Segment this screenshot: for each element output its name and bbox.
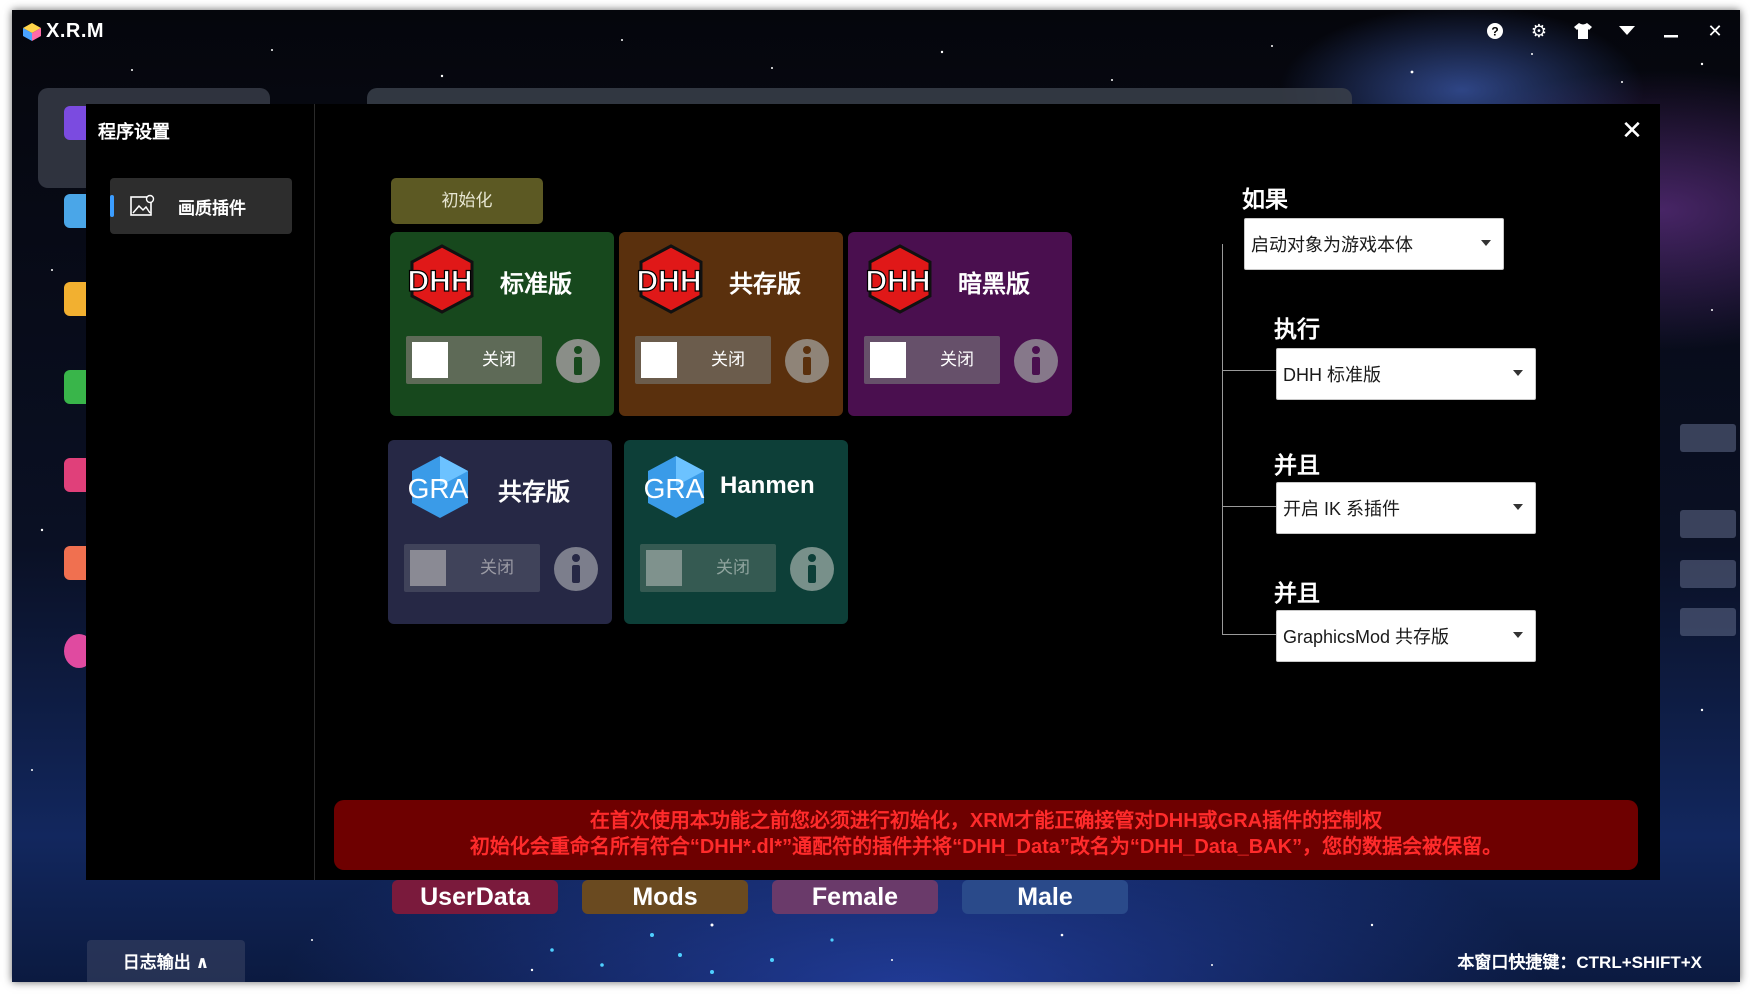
- dialog-close-icon[interactable]: ✕: [1618, 116, 1646, 144]
- close-icon[interactable]: ✕: [1704, 20, 1726, 42]
- bottom-tab-mods[interactable]: Mods: [582, 880, 748, 914]
- plugin-name: 共存版: [729, 271, 801, 298]
- info-icon[interactable]: [552, 545, 600, 593]
- info-icon[interactable]: [783, 337, 831, 385]
- image-settings-icon: [130, 194, 155, 216]
- toggle-label: 关闭: [482, 350, 516, 369]
- tree-trunk-line: [1222, 244, 1223, 634]
- bottom-tab-male[interactable]: Male: [962, 880, 1128, 914]
- info-icon[interactable]: [1012, 337, 1060, 385]
- plugin-card-dhh-standard: DHH 标准版 关闭: [390, 232, 614, 416]
- sidebar-item-label: 画质插件: [178, 198, 246, 218]
- warning-line-1: 在首次使用本功能之前您必须进行初始化，XRM才能正确接管对DHH或GRA插件的控…: [589, 810, 1383, 832]
- chevron-down-icon: [1513, 632, 1523, 638]
- sidebar-item-graphics-plugins[interactable]: 画质插件: [110, 178, 292, 234]
- background-right-button[interactable]: [1680, 424, 1736, 452]
- tree-branch-line: [1222, 506, 1276, 507]
- background-right-dropdown-3[interactable]: [1680, 608, 1736, 636]
- info-icon[interactable]: [788, 545, 836, 593]
- dhh-logo-icon: DHH: [865, 244, 932, 314]
- info-icon[interactable]: [554, 337, 602, 385]
- gra-logo-icon: GRA: [644, 456, 705, 518]
- plugin-toggle[interactable]: 关闭: [864, 336, 1000, 384]
- dhh-logo-icon: DHH: [636, 244, 703, 314]
- background-right-dropdown-1[interactable]: [1680, 510, 1736, 538]
- tree-branch-line: [1222, 370, 1276, 371]
- dropdown-value: 启动对象为游戏本体: [1251, 235, 1413, 255]
- plugin-toggle[interactable]: 关闭: [635, 336, 771, 384]
- shirt-icon[interactable]: [1572, 20, 1594, 42]
- window-controls: ? ⚙ ✕: [1484, 20, 1726, 42]
- background-right-dropdown-2[interactable]: [1680, 560, 1736, 588]
- condition-and-label-1: 并且: [1274, 452, 1320, 478]
- help-icon[interactable]: ?: [1484, 20, 1506, 42]
- plugin-card-dhh-dark: DHH 暗黑版 关闭: [848, 232, 1072, 416]
- tree-branch-line: [1222, 634, 1276, 635]
- svg-text:DHH: DHH: [408, 265, 473, 298]
- gear-icon[interactable]: ⚙: [1528, 20, 1550, 42]
- condition-if-dropdown[interactable]: 启动对象为游戏本体: [1244, 218, 1504, 270]
- plugin-name: Hanmen: [720, 472, 815, 499]
- chevron-down-icon: [1513, 370, 1523, 376]
- sidebar-active-indicator: [110, 195, 114, 217]
- settings-dialog: 程序设置 ✕ 画质插件 初始化 DHH 标准版 关闭 DHH 共存版 关闭 DH…: [86, 104, 1660, 880]
- condition-execute-label: 执行: [1274, 316, 1320, 342]
- svg-text:DHH: DHH: [637, 265, 702, 298]
- bottom-tab-userdata[interactable]: UserData: [392, 880, 558, 914]
- condition-and-label-2: 并且: [1274, 580, 1320, 606]
- toggle-knob: [641, 342, 677, 378]
- dropdown-value: DHH 标准版: [1283, 365, 1381, 385]
- dropdown-value: GraphicsMod 共存版: [1283, 627, 1450, 647]
- app-title: X.R.M: [46, 20, 105, 42]
- plugin-toggle[interactable]: 关闭: [406, 336, 542, 384]
- plugin-toggle[interactable]: 关闭: [404, 544, 540, 592]
- condition-and-dropdown-1[interactable]: 开启 IK 系插件: [1276, 482, 1536, 534]
- title-bar: X.R.M ? ⚙ ✕: [12, 10, 1740, 56]
- svg-text:?: ?: [1491, 25, 1498, 39]
- plugin-card-gra-coexist: GRA 共存版 关闭: [388, 440, 612, 624]
- dhh-logo-icon: DHH: [407, 244, 474, 314]
- log-output-button[interactable]: 日志输出 ∧: [87, 940, 245, 982]
- plugin-name: 共存版: [498, 479, 570, 506]
- toggle-knob: [646, 550, 682, 586]
- toggle-knob: [412, 342, 448, 378]
- initialize-button[interactable]: 初始化: [391, 178, 543, 224]
- plugin-card-dhh-coexist: DHH 共存版 关闭: [619, 232, 843, 416]
- app-logo-icon: [23, 23, 41, 41]
- plugin-card-gra-hanmen: GRA Hanmen 关闭: [624, 440, 848, 624]
- plugin-name: 暗黑版: [958, 271, 1030, 298]
- toggle-knob: [870, 342, 906, 378]
- dropdown-icon[interactable]: [1616, 20, 1638, 42]
- bottom-tab-female[interactable]: Female: [772, 880, 938, 914]
- minimize-icon[interactable]: [1660, 20, 1682, 42]
- toggle-label: 关闭: [940, 350, 974, 369]
- toggle-knob: [410, 550, 446, 586]
- initialization-warning: 在首次使用本功能之前您必须进行初始化，XRM才能正确接管对DHH或GRA插件的控…: [334, 800, 1638, 870]
- svg-text:DHH: DHH: [866, 265, 931, 298]
- hotkey-label: 本窗口快捷键：CTRL+SHIFT+X: [1457, 953, 1702, 972]
- condition-if-label: 如果: [1242, 186, 1288, 212]
- svg-text:GRA: GRA: [644, 473, 705, 504]
- dropdown-value: 开启 IK 系插件: [1283, 499, 1401, 519]
- toggle-label: 关闭: [480, 558, 514, 577]
- toggle-label: 关闭: [716, 558, 750, 577]
- chevron-down-icon: [1481, 240, 1491, 246]
- warning-line-2: 初始化会重命名所有符合“DHH*.dl*”通配符的插件并将“DHH_Data”改…: [469, 836, 1503, 858]
- chevron-down-icon: [1513, 504, 1523, 510]
- condition-execute-dropdown[interactable]: DHH 标准版: [1276, 348, 1536, 400]
- sidebar-divider: [314, 104, 315, 880]
- plugin-name: 标准版: [500, 271, 572, 298]
- condition-and-dropdown-2[interactable]: GraphicsMod 共存版: [1276, 610, 1536, 662]
- dialog-title: 程序设置: [98, 122, 170, 142]
- svg-text:GRA: GRA: [408, 473, 469, 504]
- toggle-label: 关闭: [711, 350, 745, 369]
- plugin-toggle[interactable]: 关闭: [640, 544, 776, 592]
- gra-logo-icon: GRA: [408, 456, 469, 518]
